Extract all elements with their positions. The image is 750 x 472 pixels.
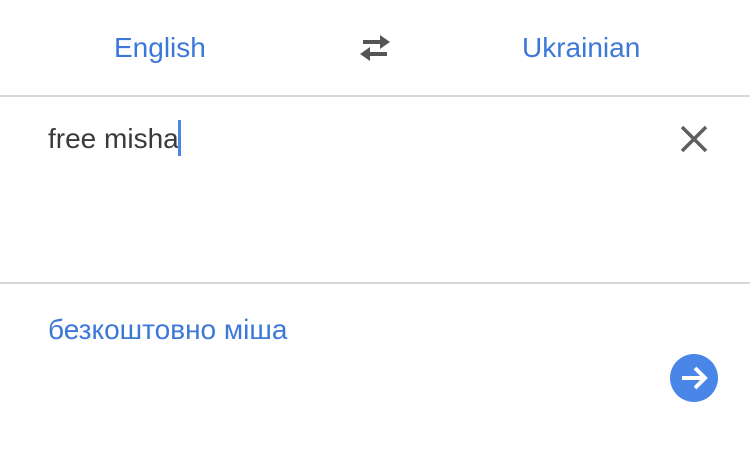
- language-bar: English Ukrainian: [0, 0, 750, 96]
- input-area[interactable]: free misha: [0, 97, 750, 282]
- swap-arrows-icon: [360, 35, 390, 61]
- open-translation-button[interactable]: [670, 354, 718, 402]
- target-language-button[interactable]: Ukrainian: [522, 28, 640, 68]
- translate-screen: English Ukrainian free misha безкоштовно…: [0, 0, 750, 472]
- source-language-button[interactable]: English: [114, 28, 206, 68]
- close-icon: [680, 125, 708, 153]
- swap-languages-button[interactable]: [354, 30, 396, 66]
- text-caret: [177, 120, 181, 156]
- source-text-input[interactable]: free misha: [48, 119, 181, 159]
- arrow-right-icon: [682, 366, 708, 390]
- clear-button[interactable]: [676, 121, 712, 157]
- translation-result[interactable]: безкоштовно міша: [48, 310, 287, 350]
- result-area: безкоштовно міша: [0, 284, 750, 472]
- source-text-value: free misha: [48, 123, 179, 154]
